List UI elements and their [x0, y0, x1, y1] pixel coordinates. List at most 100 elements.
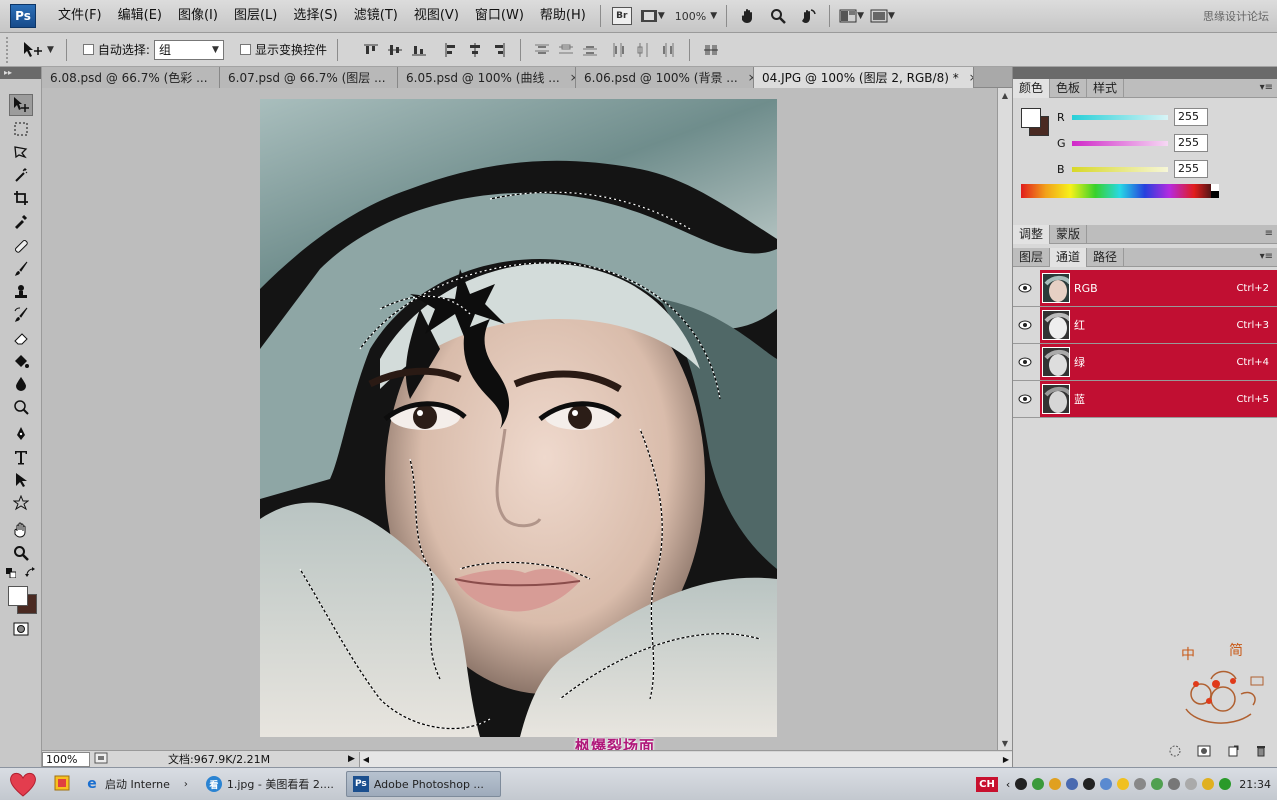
horizontal-scrollbar[interactable]: ◀ ▶	[358, 751, 1012, 767]
load-selection-button[interactable]	[1169, 745, 1181, 760]
rotate-view-button[interactable]	[796, 5, 820, 27]
menu-layer[interactable]: 图层(L)	[226, 4, 285, 28]
menu-view[interactable]: 视图(V)	[406, 4, 467, 28]
channel-entry[interactable]: 绿 Ctrl+4	[1040, 344, 1277, 380]
eraser-tool[interactable]	[9, 327, 33, 349]
security-icon[interactable]	[1134, 778, 1147, 790]
visibility-toggle[interactable]	[1013, 283, 1037, 293]
menu-select[interactable]: 选择(S)	[285, 4, 345, 28]
menu-file[interactable]: 文件(F)	[50, 4, 110, 28]
red-value-input[interactable]: 255	[1174, 108, 1208, 126]
tab-color[interactable]: 颜色	[1013, 79, 1051, 98]
healing-brush-tool[interactable]	[9, 235, 33, 257]
distribute-top-button[interactable]	[533, 42, 551, 58]
align-vcenter-button[interactable]	[386, 42, 404, 58]
channel-entry[interactable]: 红 Ctrl+3	[1040, 307, 1277, 343]
grip-handle[interactable]	[6, 36, 12, 63]
taskbar-item-photoshop[interactable]: Ps Adobe Photoshop ...	[345, 771, 501, 797]
zoom-tool-button[interactable]	[766, 5, 790, 27]
menu-window[interactable]: 窗口(W)	[467, 4, 532, 28]
qq-icon-2[interactable]	[1083, 778, 1096, 790]
foreground-color-swatch[interactable]	[8, 586, 28, 606]
close-icon[interactable]: ×	[969, 71, 973, 84]
brush-tool[interactable]	[9, 258, 33, 280]
monitor-icon[interactable]	[1100, 778, 1113, 790]
network-icon[interactable]	[1066, 778, 1079, 790]
tab-styles[interactable]: 样式	[1087, 79, 1125, 98]
tool-preset-picker[interactable]: ▼	[22, 41, 54, 59]
zoom-level-dropdown[interactable]: 100% ▼	[671, 5, 717, 27]
zoom-tool[interactable]	[9, 542, 33, 564]
tab-masks[interactable]: 蒙版	[1050, 225, 1088, 244]
red-slider[interactable]: R 255	[1057, 108, 1208, 126]
green-slider-track[interactable]	[1072, 140, 1168, 146]
auto-align-layers-button[interactable]	[702, 42, 720, 58]
green-value-input[interactable]: 255	[1174, 134, 1208, 152]
tab-document-4[interactable]: 6.06.psd @ 100% (背景 ...×	[576, 67, 754, 88]
swap-colors-button[interactable]	[25, 567, 36, 581]
hand-tool-button[interactable]	[736, 5, 760, 27]
dodge-tool[interactable]	[9, 396, 33, 418]
align-right-button[interactable]	[490, 42, 508, 58]
zoom-field[interactable]: 100%	[42, 751, 90, 767]
channel-row-green[interactable]: 绿 Ctrl+4	[1013, 344, 1277, 381]
channel-row-rgb[interactable]: RGB Ctrl+2	[1013, 270, 1277, 307]
qq-icon[interactable]	[1015, 778, 1028, 790]
tab-document-2[interactable]: 6.07.psd @ 66.7% (图层 ...×	[220, 67, 398, 88]
language-indicator[interactable]: CH	[976, 776, 998, 792]
taskbar-item-ie[interactable]: e 启动 Interne ›	[78, 771, 194, 797]
menu-edit[interactable]: 编辑(E)	[110, 4, 170, 28]
color-spectrum[interactable]	[1021, 184, 1219, 198]
tab-adjustments[interactable]: 调整	[1013, 225, 1051, 244]
quick-mask-button[interactable]	[9, 618, 33, 640]
channel-row-red[interactable]: 红 Ctrl+3	[1013, 307, 1277, 344]
tab-document-active[interactable]: 04.JPG @ 100% (图层 2, RGB/8) *×	[754, 67, 974, 88]
eyedropper-tool[interactable]	[9, 210, 33, 232]
screen-mode-switch-button[interactable]: ▼	[870, 5, 895, 27]
bridge-button[interactable]: Br	[610, 5, 634, 27]
align-top-button[interactable]	[362, 42, 380, 58]
start-button[interactable]	[0, 768, 46, 800]
channel-entry[interactable]: 蓝 Ctrl+5	[1040, 381, 1277, 417]
lasso-tool[interactable]	[9, 141, 33, 163]
checkbox-box[interactable]	[239, 44, 251, 55]
status-info-arrow[interactable]: ▶	[348, 754, 355, 764]
globe-icon[interactable]	[1202, 778, 1215, 790]
volume-icon[interactable]	[1168, 778, 1181, 790]
distribute-hcenter-button[interactable]	[635, 42, 653, 58]
menu-filter[interactable]: 滤镜(T)	[346, 4, 406, 28]
device-icon[interactable]	[1185, 778, 1198, 790]
screen-mode-button[interactable]: ▼	[640, 5, 665, 27]
foreground-color-swatch[interactable]	[1021, 108, 1041, 128]
show-transform-controls-checkbox[interactable]: 显示变换控件	[239, 41, 327, 58]
clone-stamp-tool[interactable]	[9, 281, 33, 303]
blue-slider-track[interactable]	[1072, 166, 1168, 172]
menu-image[interactable]: 图像(I)	[170, 4, 226, 28]
warning-icon[interactable]	[1117, 778, 1130, 790]
auto-select-checkbox[interactable]: 自动选择:	[82, 41, 150, 58]
delete-channel-button[interactable]	[1255, 745, 1267, 760]
app-tray-icon[interactable]	[1049, 778, 1062, 790]
align-hcenter-button[interactable]	[466, 42, 484, 58]
scroll-right-icon[interactable]: ▶	[1000, 755, 1012, 764]
paint-bucket-tool[interactable]	[9, 350, 33, 372]
history-brush-tool[interactable]	[9, 304, 33, 326]
visibility-toggle[interactable]	[1013, 320, 1037, 330]
marquee-tool[interactable]	[9, 118, 33, 140]
blur-tool[interactable]	[9, 373, 33, 395]
distribute-right-button[interactable]	[659, 42, 677, 58]
toolbox-header[interactable]: ▸▸	[0, 67, 41, 79]
document-image[interactable]	[260, 99, 777, 737]
blue-value-input[interactable]: 255	[1174, 160, 1208, 178]
align-bottom-button[interactable]	[410, 42, 428, 58]
scroll-left-icon[interactable]: ◀	[360, 755, 372, 764]
red-slider-track[interactable]	[1072, 114, 1168, 120]
new-channel-button[interactable]	[1227, 745, 1239, 760]
scroll-up-icon[interactable]: ▲	[998, 88, 1012, 102]
type-tool[interactable]	[9, 446, 33, 468]
panel-menu-icon[interactable]: ≡	[1265, 228, 1273, 239]
auto-select-dropdown[interactable]: 组 ▼	[153, 39, 224, 60]
photoshop-logo[interactable]: Ps	[10, 4, 36, 28]
channel-entry[interactable]: RGB Ctrl+2	[1040, 270, 1277, 306]
panel-grip[interactable]	[1013, 67, 1277, 79]
